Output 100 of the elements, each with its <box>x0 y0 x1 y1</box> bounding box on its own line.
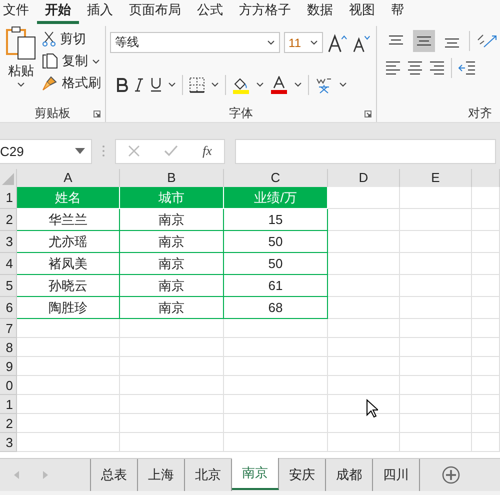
scroll-right-icon[interactable] <box>42 471 48 479</box>
empty-cell[interactable] <box>120 395 224 414</box>
empty-cell[interactable] <box>472 297 500 319</box>
row-header[interactable]: 2 <box>0 414 17 433</box>
empty-cell[interactable] <box>328 376 400 395</box>
empty-cell[interactable] <box>472 275 500 297</box>
caret-icon[interactable] <box>339 82 347 87</box>
empty-cell[interactable] <box>120 376 224 395</box>
caret-icon[interactable] <box>168 82 176 87</box>
empty-cell[interactable] <box>472 395 500 414</box>
empty-cell[interactable] <box>400 209 472 231</box>
empty-cell[interactable] <box>400 231 472 253</box>
orientation-icon[interactable] <box>476 32 498 50</box>
empty-cell[interactable] <box>224 357 328 376</box>
empty-cell[interactable] <box>472 376 500 395</box>
empty-cell[interactable] <box>400 433 472 452</box>
underline-icon[interactable] <box>150 77 162 92</box>
insert-function-button[interactable]: fx <box>202 143 212 159</box>
empty-cell[interactable] <box>400 357 472 376</box>
row-header[interactable]: 0 <box>0 376 17 395</box>
empty-cell[interactable] <box>400 376 472 395</box>
empty-cell[interactable] <box>472 319 500 338</box>
select-all-icon[interactable] <box>2 173 14 185</box>
empty-cell[interactable] <box>400 395 472 414</box>
row-header[interactable]: 7 <box>0 319 17 338</box>
empty-cell[interactable] <box>400 275 472 297</box>
empty-cell[interactable] <box>224 414 328 433</box>
italic-icon[interactable] <box>134 78 144 92</box>
empty-cell[interactable] <box>472 414 500 433</box>
empty-cell[interactable] <box>328 275 400 297</box>
empty-cell[interactable] <box>328 319 400 338</box>
column-header[interactable]: D <box>328 169 400 187</box>
ribbon-tab[interactable]: 视图 <box>341 1 383 24</box>
ribbon-tab[interactable]: 数据 <box>299 1 341 24</box>
grow-font-icon[interactable] <box>326 32 348 52</box>
row-header[interactable]: 3 <box>0 433 17 452</box>
sheet-tab[interactable]: 上海 <box>138 459 185 491</box>
row-header[interactable]: 1 <box>0 187 17 209</box>
empty-cell[interactable] <box>400 297 472 319</box>
sheet-tab[interactable]: 南京 <box>232 458 279 490</box>
ribbon-tab[interactable]: 帮 <box>383 1 412 24</box>
bold-icon[interactable] <box>116 78 128 92</box>
empty-cell[interactable] <box>224 433 328 452</box>
empty-cell[interactable] <box>224 319 328 338</box>
sheet-tab[interactable]: 总表 <box>91 459 138 491</box>
empty-cell[interactable] <box>328 357 400 376</box>
align-icon[interactable] <box>429 61 445 75</box>
sheet-tab[interactable]: 四川 <box>373 459 420 491</box>
clipboard-command[interactable]: 格式刷 <box>62 74 101 92</box>
caret-icon[interactable] <box>294 82 302 87</box>
phonetic-icon[interactable] <box>315 76 333 94</box>
borders-icon[interactable] <box>189 76 205 92</box>
clipboard-command[interactable]: 复制 <box>62 52 88 70</box>
enter-icon[interactable] <box>164 145 178 157</box>
ribbon-tab[interactable]: 页面布局 <box>121 1 189 24</box>
empty-cell[interactable] <box>472 209 500 231</box>
row-header[interactable]: 5 <box>0 275 17 297</box>
empty-cell[interactable] <box>224 376 328 395</box>
add-sheet-icon[interactable] <box>442 466 460 484</box>
font-size-field[interactable]: 11 <box>284 32 323 53</box>
ribbon-tab[interactable]: 方方格子 <box>231 1 299 24</box>
empty-cell[interactable] <box>120 338 224 357</box>
empty-cell[interactable] <box>472 433 500 452</box>
row-header[interactable]: 3 <box>0 231 17 253</box>
empty-cell[interactable] <box>400 319 472 338</box>
cancel-icon[interactable] <box>128 145 140 157</box>
sheet-tab[interactable]: 安庆 <box>279 459 326 491</box>
ribbon-tab[interactable]: 插入 <box>79 1 121 24</box>
row-header[interactable]: 9 <box>0 357 17 376</box>
align-icon[interactable] <box>385 61 401 75</box>
launcher-icon[interactable] <box>93 110 101 118</box>
empty-cell[interactable] <box>328 433 400 452</box>
empty-cell[interactable] <box>120 357 224 376</box>
empty-cell[interactable] <box>472 231 500 253</box>
empty-cell[interactable] <box>328 209 400 231</box>
name-box[interactable]: C29 <box>0 138 92 164</box>
sheet-tab[interactable]: 成都 <box>326 459 373 491</box>
empty-cell[interactable] <box>472 187 500 209</box>
caret-icon[interactable] <box>211 82 219 87</box>
row-header[interactable]: 1 <box>0 395 17 414</box>
row-header[interactable]: 6 <box>0 297 17 319</box>
font-name-field[interactable]: 等线 <box>110 32 280 53</box>
launcher-icon[interactable] <box>364 110 372 118</box>
column-header[interactable]: E <box>400 169 472 187</box>
empty-cell[interactable] <box>120 433 224 452</box>
ribbon-tab[interactable]: 公式 <box>189 1 231 24</box>
row-header[interactable]: 8 <box>0 338 17 357</box>
empty-cell[interactable] <box>328 253 400 275</box>
fill-color-icon[interactable] <box>232 76 250 94</box>
empty-cell[interactable] <box>400 414 472 433</box>
ribbon-tab[interactable]: 文件 <box>0 1 37 24</box>
empty-cell[interactable] <box>120 414 224 433</box>
empty-cell[interactable] <box>224 338 328 357</box>
empty-cell[interactable] <box>472 357 500 376</box>
scroll-left-icon[interactable] <box>14 471 20 479</box>
empty-cell[interactable] <box>472 253 500 275</box>
empty-cell[interactable] <box>224 395 328 414</box>
empty-cell[interactable] <box>120 319 224 338</box>
vertical-align-button[interactable] <box>413 30 435 52</box>
ribbon-tab[interactable]: 开始 <box>37 1 79 24</box>
